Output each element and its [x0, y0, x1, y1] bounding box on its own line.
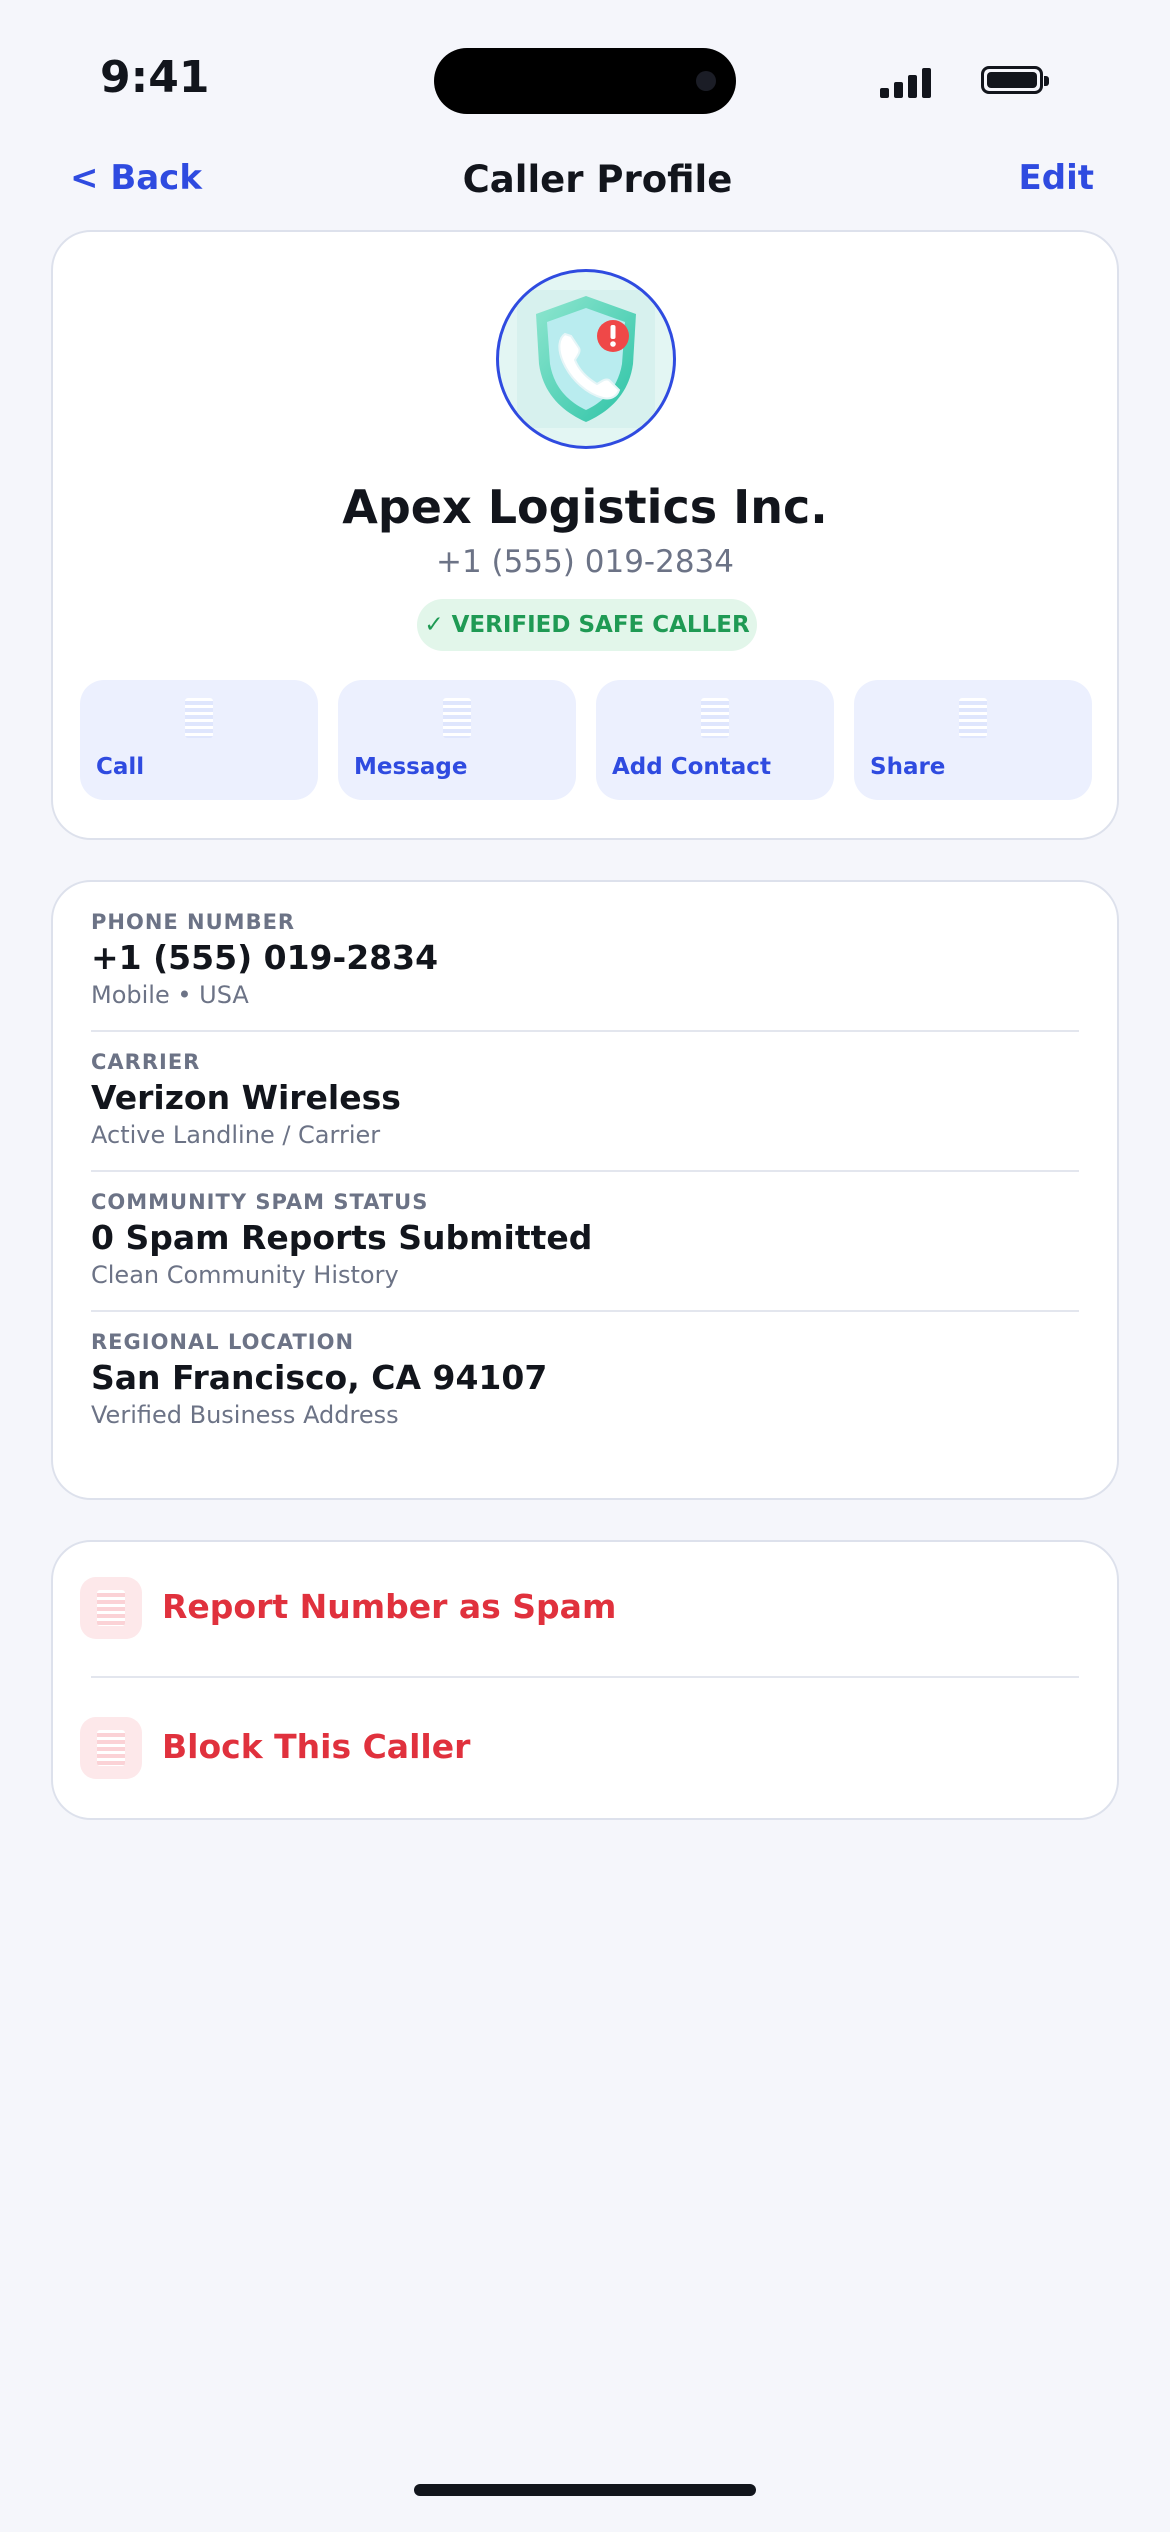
divider: [91, 1030, 1079, 1032]
caller-name: Apex Logistics Inc.: [342, 480, 828, 534]
detail-value: San Francisco, CA 94107: [91, 1358, 548, 1397]
detail-value[interactable]: +1 (555) 019-2834: [91, 938, 1079, 977]
detail-sub: Verified Business Address: [91, 1401, 399, 1429]
message-button-label: Message: [354, 754, 468, 780]
block-icon: [80, 1717, 142, 1779]
spam-status-row: COMMUNITY SPAM STATUS 0 Spam Reports Sub…: [91, 1190, 1079, 1289]
share-icon: [959, 698, 987, 738]
details-card: PHONE NUMBER +1 (555) 019-2834 Mobile • …: [51, 880, 1119, 1500]
block-caller-button[interactable]: Block This Caller: [80, 1717, 1090, 1779]
divider: [91, 1170, 1079, 1172]
shield-phone-alert-icon: [517, 290, 655, 428]
detail-label: CARRIER: [91, 1050, 201, 1074]
block-caller-label: Block This Caller: [162, 1727, 471, 1766]
dynamic-island: [434, 48, 736, 114]
detail-sub: Mobile • USA: [91, 981, 249, 1009]
detail-sub: Clean Community History: [91, 1261, 399, 1289]
divider: [91, 1676, 1079, 1678]
detail-sub: Active Landline / Carrier: [91, 1121, 381, 1149]
battery-icon: [981, 66, 1049, 94]
phone-number-row: PHONE NUMBER +1 (555) 019-2834 Mobile • …: [91, 910, 1079, 1009]
back-button[interactable]: < Back: [70, 158, 202, 198]
camera-icon: [696, 71, 716, 91]
detail-value: Verizon Wireless: [91, 1078, 401, 1117]
share-button[interactable]: Share: [854, 680, 1092, 800]
home-indicator[interactable]: [414, 2484, 756, 2496]
phone-icon: [185, 698, 213, 738]
message-button[interactable]: Message: [338, 680, 576, 800]
add-contact-button-label: Add Contact: [612, 754, 771, 780]
profile-card: Apex Logistics Inc. +1 (555) 019-2834 ✓ …: [51, 230, 1119, 840]
status-badge: ✓ VERIFIED SAFE CALLER: [417, 599, 757, 651]
quick-actions: Call Message Add Contact Share: [80, 680, 1092, 800]
caller-phone: +1 (555) 019-2834: [435, 544, 734, 580]
divider: [91, 1310, 1079, 1312]
add-contact-icon: [701, 698, 729, 738]
report-spam-button[interactable]: Report Number as Spam: [80, 1577, 1090, 1639]
detail-label: PHONE NUMBER: [91, 910, 296, 934]
report-icon: [80, 1577, 142, 1639]
detail-value: 0 Spam Reports Submitted: [91, 1218, 593, 1257]
call-button[interactable]: Call: [80, 680, 318, 800]
call-button-label: Call: [96, 754, 145, 780]
message-icon: [443, 698, 471, 738]
detail-label: COMMUNITY SPAM STATUS: [91, 1190, 429, 1214]
danger-actions-card: Report Number as Spam Block This Caller: [51, 1540, 1119, 1820]
report-spam-label: Report Number as Spam: [162, 1587, 617, 1626]
edit-button[interactable]: Edit: [1019, 158, 1094, 198]
location-row: REGIONAL LOCATION San Francisco, CA 9410…: [91, 1330, 1079, 1429]
add-contact-button[interactable]: Add Contact: [596, 680, 834, 800]
share-button-label: Share: [870, 754, 946, 780]
signal-icon: [880, 66, 932, 98]
status-time: 9:41: [100, 52, 210, 103]
carrier-row: CARRIER Verizon Wireless Active Landline…: [91, 1050, 1079, 1149]
avatar: [496, 269, 676, 449]
detail-label: REGIONAL LOCATION: [91, 1330, 355, 1354]
